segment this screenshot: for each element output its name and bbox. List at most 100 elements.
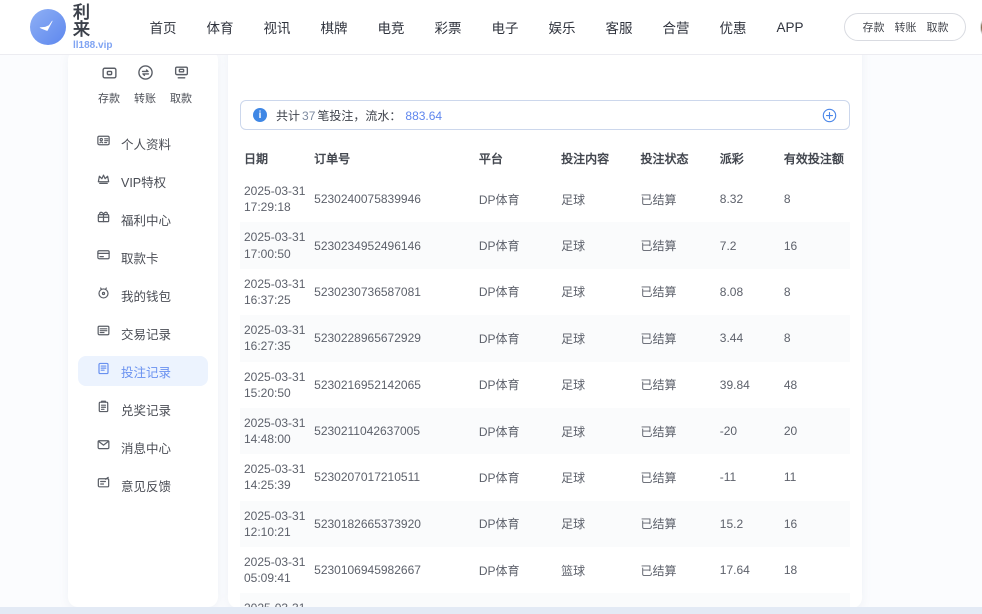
sidebar-item-ledger[interactable]: 交易记录 bbox=[78, 318, 208, 348]
cell-payout: 17.64 bbox=[716, 547, 780, 593]
cell-valid-bet: 11 bbox=[780, 454, 850, 500]
cell-content: 足球 bbox=[557, 454, 636, 500]
sidebar-item-card[interactable]: 取款卡 bbox=[78, 242, 208, 272]
cell-content: 足球 bbox=[557, 362, 636, 408]
column-header-3: 平台 bbox=[475, 140, 557, 176]
idcard-icon bbox=[96, 133, 111, 153]
plus-circle-icon[interactable] bbox=[822, 108, 837, 123]
cell-date: 2025-03-3116:37:25 bbox=[240, 269, 310, 315]
cell-status: 已结算 bbox=[636, 176, 715, 222]
cell-date: 2025-03-3115:20:50 bbox=[240, 362, 310, 408]
table-row: 2025-03-3115:20:505230216952142065DP体育足球… bbox=[240, 362, 850, 408]
card-icon bbox=[96, 247, 111, 267]
nav-item-5[interactable]: 电竞 bbox=[362, 17, 419, 37]
cell-payout: 5.32 bbox=[716, 593, 780, 608]
nav-item-1[interactable]: 首页 bbox=[134, 17, 191, 37]
nav-item-6[interactable]: 彩票 bbox=[419, 17, 476, 37]
sidebar-item-wallet[interactable]: 我的钱包 bbox=[78, 280, 208, 310]
quick-action-transfer[interactable]: 转账 bbox=[134, 64, 156, 106]
table-row: 2025-03-3105:09:415230106945982667DP体育篮球… bbox=[240, 547, 850, 593]
info-icon: i bbox=[253, 108, 267, 122]
cell-platform: DP体育 bbox=[475, 547, 557, 593]
nav-item-3[interactable]: 视讯 bbox=[248, 17, 305, 37]
cell-payout: 7.2 bbox=[716, 222, 780, 268]
wallet-pill: 存款转账取款 bbox=[844, 13, 966, 41]
deposit-icon bbox=[101, 64, 118, 86]
cell-status: 已结算 bbox=[636, 593, 715, 608]
cell-valid-bet: 20 bbox=[780, 408, 850, 454]
column-header-7: 有效投注额 bbox=[780, 140, 850, 176]
cell-order: 5230207017210511 bbox=[310, 454, 475, 500]
cell-platform: DP体育 bbox=[475, 593, 557, 608]
transfer-icon bbox=[137, 64, 154, 86]
site-logo[interactable]: 利 来 ll188.vip bbox=[30, 4, 112, 51]
cell-platform: DP体育 bbox=[475, 408, 557, 454]
cell-status: 已结算 bbox=[636, 408, 715, 454]
cell-date: 2025-03-3116:27:35 bbox=[240, 315, 310, 361]
sidebar-item-idcard[interactable]: 个人资料 bbox=[78, 128, 208, 158]
nav-item-9[interactable]: 客服 bbox=[590, 17, 647, 37]
pill-action-2[interactable]: 转账 bbox=[889, 19, 921, 35]
cell-content: 足球 bbox=[557, 269, 636, 315]
cell-payout: 8.32 bbox=[716, 176, 780, 222]
quick-action-withdraw[interactable]: 取款 bbox=[170, 64, 192, 106]
cell-valid-bet: 5.27 bbox=[780, 593, 850, 608]
gift-icon bbox=[96, 209, 111, 229]
cell-valid-bet: 48 bbox=[780, 362, 850, 408]
crown-icon bbox=[96, 171, 111, 191]
table-row: 2025-03-3105:03:525230105898799686DP体育足球… bbox=[240, 593, 850, 608]
logo-title: 利 来 bbox=[73, 4, 112, 38]
cell-date: 2025-03-3105:03:52 bbox=[240, 593, 310, 608]
nav-item-10[interactable]: 合营 bbox=[647, 17, 704, 37]
cell-date: 2025-03-3114:48:00 bbox=[240, 408, 310, 454]
pill-action-1[interactable]: 存款 bbox=[857, 19, 889, 35]
bets-table: 日期订单号平台投注内容投注状态派彩有效投注额 2025-03-3117:29:1… bbox=[240, 140, 850, 608]
cell-payout: 15.2 bbox=[716, 501, 780, 547]
sidebar-item-mail[interactable]: 消息中心 bbox=[78, 432, 208, 462]
cell-content: 足球 bbox=[557, 315, 636, 361]
feedback-icon bbox=[96, 475, 111, 495]
nav-item-2[interactable]: 体育 bbox=[191, 17, 248, 37]
sidebar-item-gift[interactable]: 福利中心 bbox=[78, 204, 208, 234]
nav-item-12[interactable]: APP bbox=[761, 20, 818, 35]
cell-payout: 3.44 bbox=[716, 315, 780, 361]
cell-payout: -11 bbox=[716, 454, 780, 500]
sidebar: 存款转账取款 个人资料 VIP特权福利中心取款卡我的钱包交易记录投注记录兑奖记录消… bbox=[68, 50, 218, 607]
cell-platform: DP体育 bbox=[475, 315, 557, 361]
table-row: 2025-03-3116:27:355230228965672929DP体育足球… bbox=[240, 315, 850, 361]
bets-icon bbox=[96, 361, 111, 381]
main-content: i 共计37笔投注，流水：883.64 日期订单号平台投注内容投注状态派彩有效投… bbox=[228, 30, 862, 608]
cell-status: 已结算 bbox=[636, 269, 715, 315]
nav-item-7[interactable]: 电子 bbox=[476, 17, 533, 37]
summary-text: 共计37笔投注，流水：883.64 bbox=[276, 107, 442, 124]
cell-payout: -20 bbox=[716, 408, 780, 454]
table-row: 2025-03-3112:10:215230182665373920DP体育足球… bbox=[240, 501, 850, 547]
sidebar-item-feedback[interactable]: 意见反馈 bbox=[78, 470, 208, 500]
cell-order: 5230211042637005 bbox=[310, 408, 475, 454]
nav-item-11[interactable]: 优惠 bbox=[704, 17, 761, 37]
nav-item-8[interactable]: 娱乐 bbox=[533, 17, 590, 37]
cell-order: 5230240075839946 bbox=[310, 176, 475, 222]
cell-date: 2025-03-3105:09:41 bbox=[240, 547, 310, 593]
ledger-icon bbox=[96, 323, 111, 343]
cell-valid-bet: 16 bbox=[780, 222, 850, 268]
sidebar-item-crown[interactable]: VIP特权 bbox=[78, 166, 208, 196]
table-header-row: 日期订单号平台投注内容投注状态派彩有效投注额 bbox=[240, 140, 850, 176]
cell-order: 5230182665373920 bbox=[310, 501, 475, 547]
logo-domain: ll188.vip bbox=[73, 41, 112, 51]
nav-item-4[interactable]: 棋牌 bbox=[305, 17, 362, 37]
column-header-4: 投注内容 bbox=[557, 140, 636, 176]
cell-platform: DP体育 bbox=[475, 269, 557, 315]
bottom-strip bbox=[0, 607, 982, 614]
sidebar-item-bets[interactable]: 投注记录 bbox=[78, 356, 208, 386]
column-header-2: 订单号 bbox=[310, 140, 475, 176]
pill-action-3[interactable]: 取款 bbox=[921, 19, 953, 35]
cell-payout: 8.08 bbox=[716, 269, 780, 315]
cell-order: 5230105898799686 bbox=[310, 593, 475, 608]
bet-count: 37 bbox=[300, 109, 317, 123]
sidebar-item-prize[interactable]: 兑奖记录 bbox=[78, 394, 208, 424]
cell-status: 已结算 bbox=[636, 315, 715, 361]
cell-date: 2025-03-3114:25:39 bbox=[240, 454, 310, 500]
column-header-6: 派彩 bbox=[716, 140, 780, 176]
quick-action-deposit[interactable]: 存款 bbox=[98, 64, 120, 106]
